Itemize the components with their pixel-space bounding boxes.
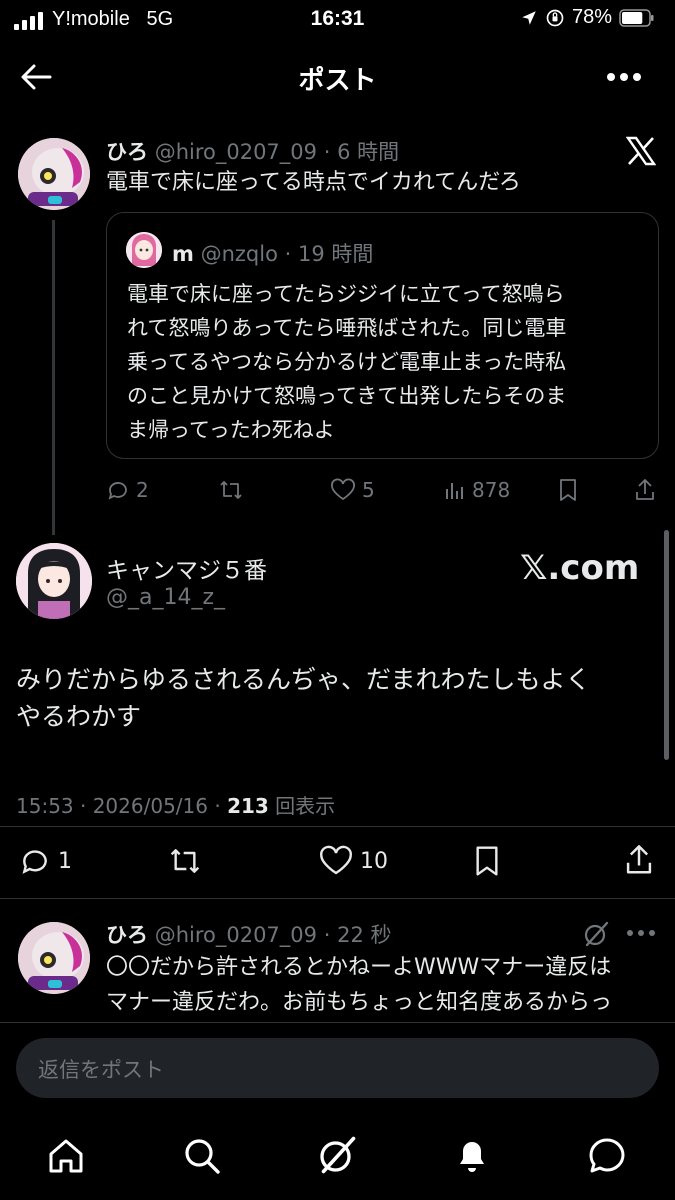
reply-count: 1	[58, 848, 72, 874]
post-time[interactable]: 6 時間	[337, 140, 399, 164]
quote-user-handle: @nzqlo	[200, 242, 278, 266]
user-name[interactable]: ひろ	[106, 140, 148, 164]
quote-text-line: 乗ってるやつなら分かるけど電車止まった時私	[127, 350, 567, 374]
heart-icon	[331, 478, 355, 501]
share-icon[interactable]	[624, 843, 654, 877]
like-button[interactable]: 5	[330, 478, 375, 502]
like-count: 10	[360, 848, 388, 874]
reply-icon	[108, 482, 127, 500]
avatar[interactable]	[18, 922, 90, 994]
reply-placeholder: 返信をポスト	[38, 1058, 164, 1082]
battery-icon	[619, 8, 654, 27]
reply-icon	[22, 850, 47, 874]
divider	[0, 898, 675, 899]
main-user-handle[interactable]: @_a_14_z_	[106, 585, 225, 610]
repost-icon	[220, 481, 242, 499]
main-post-text: みりだからゆるされるんぢゃ、だまれわたしもよく やるわかす	[16, 661, 591, 735]
bookmark-icon[interactable]	[472, 845, 502, 877]
views-count[interactable]: 213	[227, 794, 269, 818]
post-time[interactable]: 22 秒	[337, 923, 391, 947]
divider	[0, 1022, 675, 1023]
repost-icon[interactable]	[166, 845, 204, 877]
home-icon[interactable]	[46, 1136, 86, 1176]
like-button[interactable]: 10	[318, 845, 388, 877]
grok-icon[interactable]	[316, 1134, 358, 1176]
orientation-lock-icon	[546, 9, 564, 26]
bottom-nav	[0, 1110, 675, 1200]
page-title: ポスト	[298, 66, 377, 96]
location-icon	[522, 10, 536, 25]
bookmark-icon[interactable]	[557, 478, 579, 502]
timestamp-text: 15:53 · 2026/05/16 ·	[16, 794, 228, 818]
quote-text-line: れて怒鳴りあってたら唾飛ばされた。同じ電車	[127, 316, 567, 340]
more-horizontal-icon[interactable]	[626, 929, 656, 937]
separator-dot: ·	[284, 242, 292, 266]
views-button[interactable]: 878	[444, 478, 510, 502]
separator-dot: ·	[323, 923, 331, 947]
avatar[interactable]	[18, 138, 90, 210]
x-logo-icon	[626, 136, 656, 166]
status-right: 78%	[520, 6, 655, 29]
user-name[interactable]: ひろ	[106, 923, 148, 947]
views-label: 回表示	[268, 794, 336, 818]
quote-text-line: ま帰ってったわ死ねよ	[127, 418, 335, 442]
thread-line	[52, 220, 55, 535]
battery-percent: 78%	[571, 6, 612, 28]
watermark-text: 𝕏.com	[520, 548, 640, 588]
avatar-image	[18, 138, 90, 210]
main-user-name[interactable]: キャンマジ５番	[106, 551, 267, 585]
quote-time: 19 時間	[298, 242, 374, 266]
scrollbar[interactable]	[664, 530, 669, 760]
quote-text: 電車で床に座ってたらジジイに立てって怒鳴ら れて怒鳴りあってたら唾飛ばされた。同…	[127, 277, 566, 447]
divider	[0, 826, 675, 827]
quote-text-line: のこと見かけて怒鳴ってきて出発したらそのま	[127, 384, 567, 408]
reply-text: 〇〇だから許されるとかねーよWWWマナー違反は マナー違反だわ。お前もちょっと知…	[106, 950, 666, 1022]
quote-avatar-image	[126, 232, 162, 268]
main-avatar-image	[16, 543, 92, 619]
heart-icon	[320, 845, 352, 875]
main-text-line: みりだからゆるされるんぢゃ、だまれわたしもよく	[16, 665, 591, 694]
avatar	[126, 232, 162, 268]
notifications-icon[interactable]	[452, 1134, 492, 1176]
post-meta: ひろ @hiro_0207_09 · 6 時間	[106, 136, 399, 166]
grok-icon[interactable]	[582, 920, 610, 948]
search-icon[interactable]	[182, 1136, 222, 1176]
reply-text-line: 〇〇だから許されるとかねーよWWWマナー違反は	[106, 955, 612, 980]
top-bar: ポスト	[0, 48, 675, 106]
repost-button[interactable]	[218, 478, 244, 502]
quote-meta: m @nzqlo · 19 時間	[172, 238, 373, 268]
avatar[interactable]	[16, 543, 92, 619]
post-text: 電車で床に座ってる時点でイカれてんだろ	[106, 170, 521, 195]
like-count: 5	[362, 478, 375, 502]
status-bar: Y!mobile 5G 16:31 78%	[0, 0, 675, 40]
messages-icon[interactable]	[587, 1136, 627, 1176]
views-icon	[446, 483, 463, 499]
user-handle[interactable]: @hiro_0207_09	[155, 140, 317, 164]
separator-dot: ·	[323, 140, 331, 164]
views-count: 878	[472, 478, 511, 502]
share-icon[interactable]	[634, 478, 656, 502]
more-horizontal-icon[interactable]	[606, 72, 642, 82]
avatar-image	[18, 922, 90, 994]
post-timestamp: 15:53 · 2026/05/16 · 213 回表示	[16, 790, 335, 819]
quote-user-name: m	[172, 242, 194, 266]
reply-text-line: マナー違反だわ。お前もちょっと知名度あるからっ	[106, 990, 613, 1015]
quote-text-line: 電車で床に座ってたらジジイに立てって怒鳴ら	[127, 282, 565, 306]
reply-button[interactable]: 1	[18, 845, 72, 877]
reply-meta: ひろ @hiro_0207_09 · 22 秒	[106, 919, 392, 949]
reply-input[interactable]: 返信をポスト	[16, 1038, 659, 1098]
main-text-line: やるわかす	[16, 702, 142, 731]
reply-button[interactable]: 2	[106, 478, 149, 502]
reply-count: 2	[136, 478, 149, 502]
user-handle[interactable]: @hiro_0207_09	[155, 923, 317, 947]
